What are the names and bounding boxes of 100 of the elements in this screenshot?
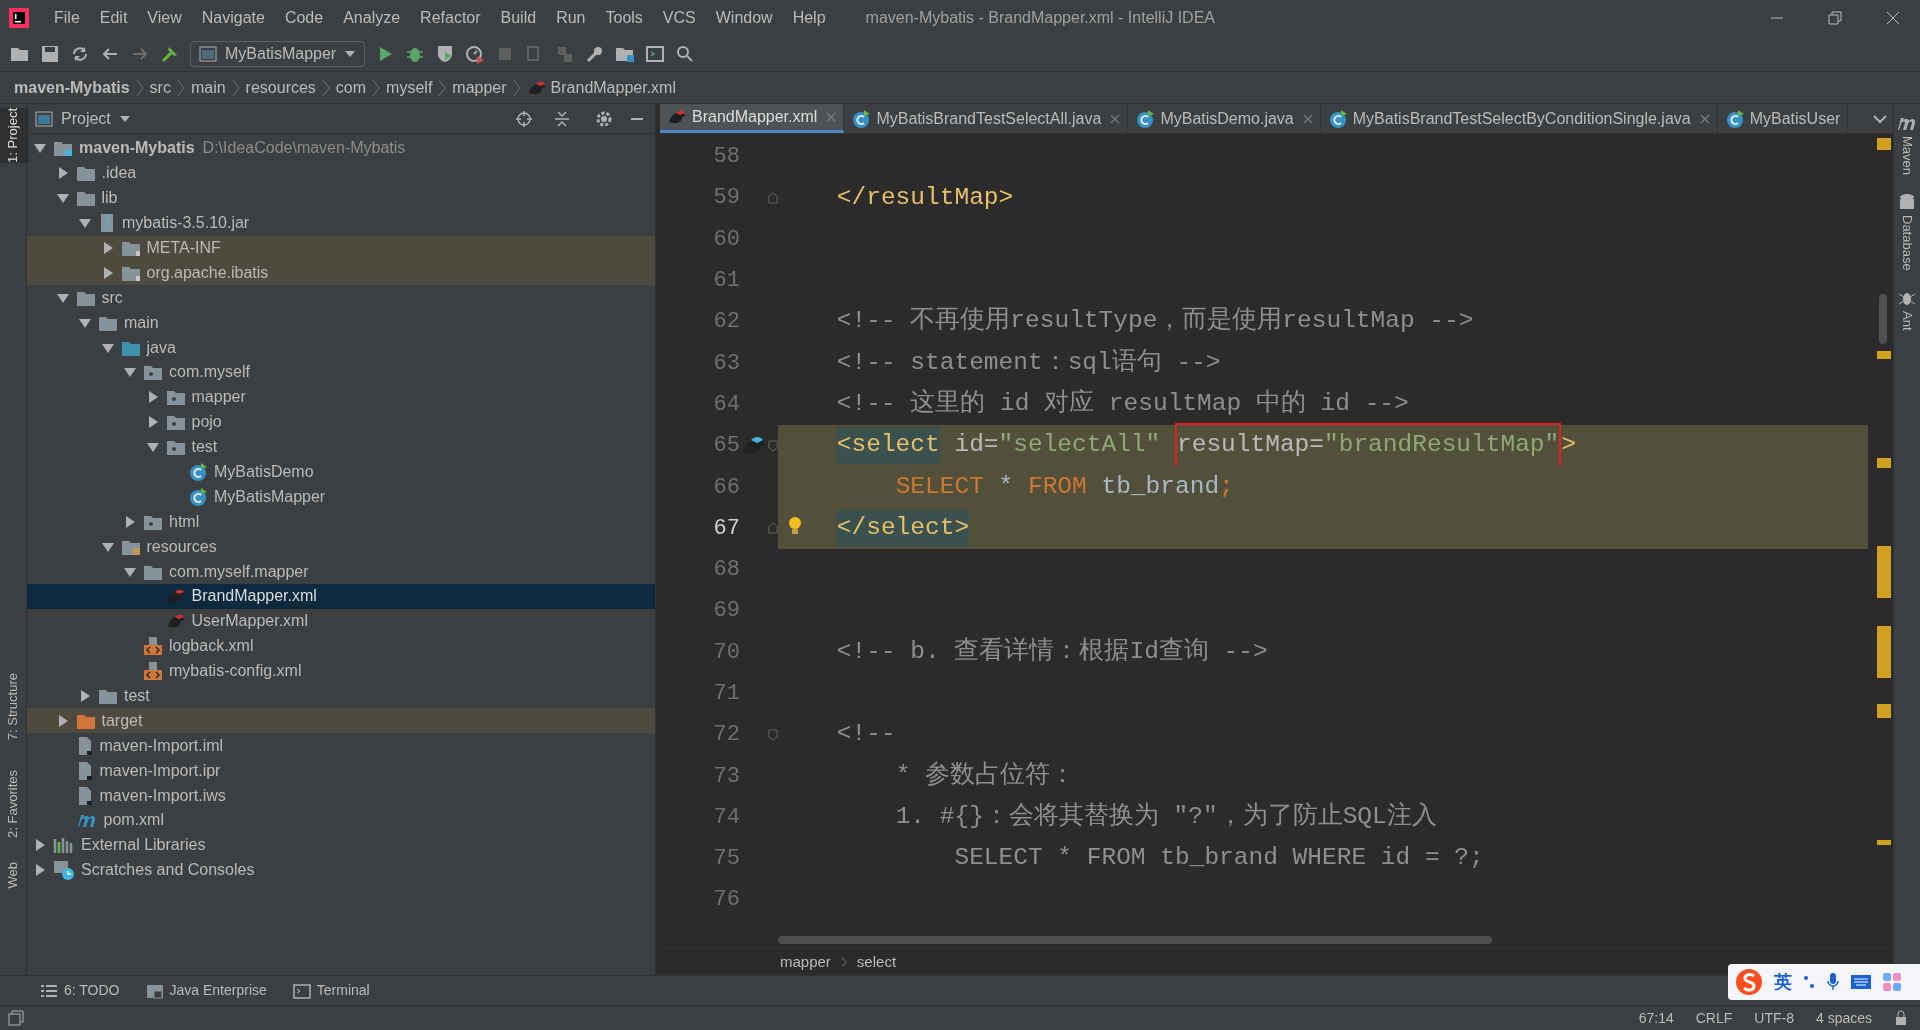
- menu-item[interactable]: View: [137, 6, 192, 30]
- tree-item[interactable]: META-INF: [27, 235, 655, 261]
- menu-item[interactable]: Navigate: [191, 6, 275, 30]
- breadcrumb-item[interactable]: src: [149, 75, 171, 100]
- tree-item[interactable]: mapper: [27, 384, 655, 410]
- line-number: 64: [712, 390, 740, 419]
- tree-item[interactable]: .idea: [27, 160, 655, 186]
- code-line: <!-- 这里的 id 对应 resultMap 中的 id -->: [835, 388, 1410, 420]
- code-line: <!-- b. 查看详情：根据Id查询 -->: [835, 636, 1269, 667]
- tree-item[interactable]: lib: [27, 185, 655, 211]
- tool-window-tab[interactable]: Web: [0, 862, 29, 889]
- code-line: SELECT * FROM tb_brand WHERE id = ?;: [953, 843, 1485, 874]
- menu-item[interactable]: Edit: [89, 6, 138, 30]
- tree-item[interactable]: maven-Import.iml: [27, 733, 655, 759]
- breadcrumb-item[interactable]: mapper: [780, 950, 831, 974]
- editor-tab[interactable]: BrandMapper.xml: [660, 104, 845, 133]
- menu-item[interactable]: Help: [782, 6, 836, 30]
- breadcrumb-item[interactable]: com: [335, 75, 367, 100]
- tree-item[interactable]: maven-Import.ipr: [27, 758, 655, 784]
- tool-window-tab[interactable]: Terminal: [292, 980, 370, 1001]
- line-number: 66: [712, 473, 740, 502]
- line-number: 73: [712, 762, 740, 791]
- tree-item[interactable]: UserMapper.xml: [27, 608, 655, 634]
- project-view-dropdown[interactable]: Project: [35, 106, 131, 131]
- editor-tab[interactable]: MyBatisBrandTestSelectAll.java: [844, 104, 1129, 133]
- code-line: <!--: [835, 719, 897, 750]
- tree-item[interactable]: org.apache.ibatis: [27, 260, 655, 286]
- tree-item[interactable]: main: [27, 310, 655, 336]
- tree-item[interactable]: test: [27, 434, 655, 460]
- line-number: 63: [712, 349, 740, 378]
- code-line: * 参数占位符：: [894, 760, 1077, 791]
- breadcrumb-item[interactable]: maven-Mybatis: [14, 75, 130, 100]
- status-item[interactable]: 4 spaces: [1815, 1007, 1872, 1029]
- tool-window-tab[interactable]: 1: Project: [0, 108, 29, 163]
- tree-item[interactable]: test: [27, 683, 655, 709]
- run-configuration-dropdown[interactable]: MyBatisMapper: [190, 40, 366, 67]
- tool-window-tab[interactable]: Java Enterprise: [145, 980, 267, 1001]
- editor-tab[interactable]: MyBatisUser: [1717, 104, 1849, 133]
- tree-item[interactable]: logback.xml: [27, 633, 655, 659]
- code-line: </resultMap>: [835, 182, 1015, 213]
- breadcrumb-item[interactable]: BrandMapper.xml: [526, 75, 676, 100]
- line-number: 59: [712, 184, 740, 213]
- menu-item[interactable]: VCS: [652, 6, 706, 30]
- code-line: 1. #{}：会将其替换为 "?"，为了防止SQL注入: [894, 801, 1438, 832]
- tree-item[interactable]: com.myself.mapper: [27, 559, 655, 585]
- tree-item[interactable]: pom.xml: [27, 808, 655, 833]
- menu-item[interactable]: Run: [546, 6, 596, 30]
- editor-tab[interactable]: MyBatisBrandTestSelectByConditionSingle.java: [1320, 104, 1718, 133]
- code-line: <!-- 不再使用resultType，而是使用resultMap -->: [835, 306, 1475, 337]
- menu-item[interactable]: Window: [705, 6, 783, 30]
- tool-window-tab[interactable]: 2: Favorites: [0, 770, 29, 839]
- tool-window-tab[interactable]: Ant: [1897, 310, 1917, 331]
- line-number: 67: [712, 514, 740, 543]
- line-number: 65: [712, 432, 740, 461]
- tree-item[interactable]: maven-Import.iws: [27, 783, 655, 809]
- menu-item[interactable]: Refactor: [410, 6, 491, 30]
- status-item[interactable]: 67:14: [1638, 1007, 1674, 1029]
- tree-item[interactable]: pojo: [27, 409, 655, 435]
- status-item[interactable]: UTF-8: [1754, 1007, 1794, 1029]
- line-number: 68: [712, 556, 740, 585]
- menu-item[interactable]: Code: [274, 6, 334, 30]
- module-path: D:\IdeaCode\maven-Mybatis: [202, 138, 406, 159]
- tree-item[interactable]: resources: [27, 534, 655, 560]
- line-number: 70: [712, 638, 740, 667]
- breadcrumb-item[interactable]: resources: [245, 75, 316, 100]
- window-title: maven-Mybatis - BrandMapper.xml - IntelliJ IDEA: [865, 8, 1215, 28]
- tree-item[interactable]: target: [27, 708, 655, 734]
- tool-window-tab[interactable]: Database: [1897, 215, 1917, 271]
- tree-item[interactable]: maven-Mybatis D:\IdeaCode\maven-Mybatis: [27, 136, 655, 161]
- breadcrumb-item[interactable]: main: [190, 75, 226, 100]
- input-mode-label[interactable]: 英: [1774, 968, 1792, 996]
- line-number: 74: [712, 803, 740, 832]
- tree-item[interactable]: com.myself: [27, 360, 655, 385]
- tree-item[interactable]: Scratches and Consoles: [27, 857, 655, 883]
- tree-item[interactable]: mybatis-3.5.10.jar: [27, 210, 655, 236]
- tree-item[interactable]: MyBatisMapper: [27, 484, 655, 510]
- line-number: 60: [712, 225, 740, 254]
- tree-item[interactable]: mybatis-config.xml: [27, 658, 655, 684]
- tool-window-tab[interactable]: 6: TODO: [40, 980, 120, 1001]
- breadcrumb-item[interactable]: mapper: [452, 75, 507, 100]
- tree-item[interactable]: java: [27, 335, 655, 360]
- status-item[interactable]: CRLF: [1695, 1007, 1733, 1029]
- tree-item[interactable]: BrandMapper.xml: [27, 584, 655, 609]
- menu-item[interactable]: File: [44, 6, 90, 30]
- line-number: 58: [712, 143, 740, 172]
- menu-item[interactable]: Analyze: [333, 6, 411, 30]
- tree-item[interactable]: External Libraries: [27, 832, 655, 858]
- code-line: <!-- statement：sql语句 -->: [835, 347, 1222, 378]
- menu-item[interactable]: Tools: [595, 6, 653, 30]
- tree-item[interactable]: src: [27, 285, 655, 311]
- tool-window-tab[interactable]: Maven: [1897, 136, 1917, 176]
- line-number: 72: [712, 721, 740, 750]
- tree-item[interactable]: MyBatisDemo: [27, 459, 655, 485]
- breadcrumb-item[interactable]: myself: [386, 75, 433, 100]
- editor-tab[interactable]: MyBatisDemo.java: [1128, 104, 1321, 133]
- tool-window-tab[interactable]: 7: Structure: [0, 672, 29, 741]
- breadcrumb-item[interactable]: select: [856, 950, 897, 974]
- tree-item[interactable]: html: [27, 509, 655, 535]
- menu-item[interactable]: Build: [490, 6, 547, 30]
- input-method-toolbar[interactable]: 英: [1728, 964, 1920, 1000]
